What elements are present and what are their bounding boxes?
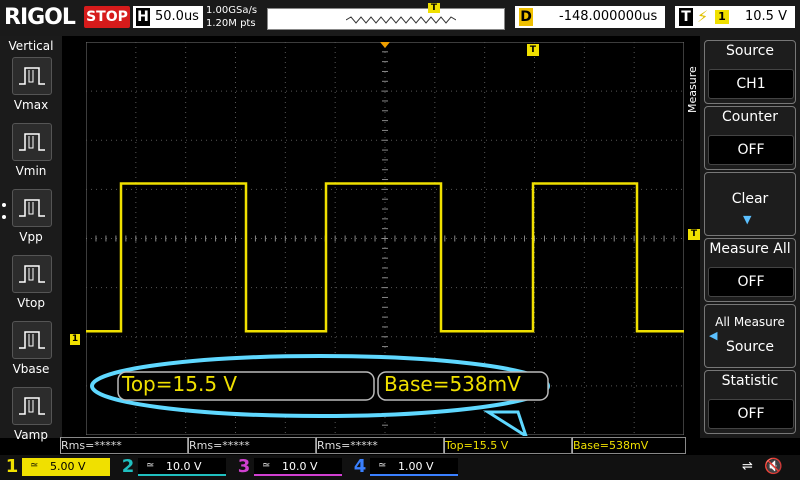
measure-result-cell[interactable]: Top=15.5 V [444,437,572,454]
scroll-dot-icon [2,215,6,219]
measure-all-label: Measure All [709,241,791,257]
counter-label: Counter [722,109,778,125]
ch1-offset-marker[interactable]: 1 [70,334,80,345]
delay-box[interactable]: D -148.000000us [515,6,665,28]
measure-result-cell[interactable]: Rms=***** [316,437,444,454]
channel-1-number[interactable]: 1 [4,456,20,478]
trigger-time-marker[interactable]: T [527,44,539,56]
trigger-channel: 1 [715,10,729,24]
measure-vmin-button[interactable] [12,123,52,161]
speaker-muted-icon[interactable]: 🔇 [764,457,783,475]
vtop-icon [19,265,45,283]
statistic-value: OFF [708,399,794,429]
measure-item-label: Vamp [14,428,48,442]
measure-item-label: Vbase [12,362,50,376]
callout-base-value: Base=538mV [384,372,521,396]
measure-all-value: OFF [708,267,794,297]
source-button[interactable]: Source ◀ CH1 [704,40,796,104]
memory-depth: 1.20M pts [206,18,256,29]
sample-rate: 1.00GSa/s [206,5,258,16]
panel-title: Vertical [8,39,54,53]
source-value: CH1 [708,69,794,99]
statistic-button[interactable]: Statistic OFF [704,370,796,434]
measure-result-cell[interactable]: Rms=***** [188,437,316,454]
memory-window-wave [346,16,456,24]
memory-overview[interactable] [267,8,505,30]
measure-result-cell[interactable]: Base=538mV [572,437,686,454]
trigger-level: 10.5 V [745,9,787,24]
trigger-key: T [679,8,693,26]
trigger-level-marker[interactable]: T [688,229,700,240]
measure-vpp-button[interactable] [12,189,52,227]
horizontal-key: H [136,8,150,26]
measurement-callout: Top=15.5 V Base=538mV [88,352,564,436]
trigger-box[interactable]: T ⚡ 1 10.5 V [675,6,795,28]
channel-4-number[interactable]: 4 [352,456,368,478]
measure-result-cell[interactable]: Rms=***** [60,437,188,454]
run-stop-status[interactable]: STOP [84,6,130,28]
coupling-icon: ≃ [378,460,387,471]
timebase-box[interactable]: H 50.0us [133,6,203,28]
measure-item-label: Vtop [17,296,45,310]
statistic-label: Statistic [721,373,779,389]
measure-item-label: Vpp [19,230,43,244]
vamp-icon [19,397,45,415]
vpp-icon [19,199,45,217]
rising-edge-icon: ⚡ [697,7,709,26]
callout-top-value: Top=15.5 V [122,372,238,396]
all-measure-label: All Measure [715,315,785,329]
coupling-icon: ≃ [30,460,39,471]
measure-item-label: Vmin [15,164,47,178]
delay-key: D [519,8,533,26]
source-label: Source [725,43,775,59]
measure-all-button[interactable]: Measure All OFF [704,238,796,302]
coupling-icon: ≃ [262,460,271,471]
vmax-icon [19,67,45,85]
delay-value: -148.000000us [559,9,658,24]
down-arrow-icon: ▼ [743,213,752,226]
scroll-dot-icon [2,203,6,207]
vmin-icon [19,133,45,151]
all-measure-value: Source [725,339,775,355]
measure-vamp-button[interactable] [12,387,52,425]
counter-value: OFF [708,135,794,165]
vbase-icon [19,331,45,349]
rigol-logo: RIGOL [4,5,76,30]
coupling-icon: ≃ [146,460,155,471]
measure-item-label: Vmax [13,98,49,112]
timebase-value: 50.0us [155,9,199,24]
clear-label: Clear [731,191,769,207]
channel-3-number[interactable]: 3 [236,456,252,478]
measure-vbase-button[interactable] [12,321,52,359]
usb-icon: ⇌ [742,459,753,474]
menu-side-title: Measure [686,66,699,114]
memory-trigger-marker: T [428,3,440,13]
all-measure-source-button[interactable]: All Measure ◀ Source [704,304,796,368]
acquisition-info: 1.00GSa/s 1.20M pts [206,4,266,32]
counter-button[interactable]: Counter ◀ OFF [704,106,796,170]
measure-vmax-button[interactable] [12,57,52,95]
channel-2-number[interactable]: 2 [120,456,136,478]
measure-vtop-button[interactable] [12,255,52,293]
clear-button[interactable]: Clear ▼ [704,172,796,236]
